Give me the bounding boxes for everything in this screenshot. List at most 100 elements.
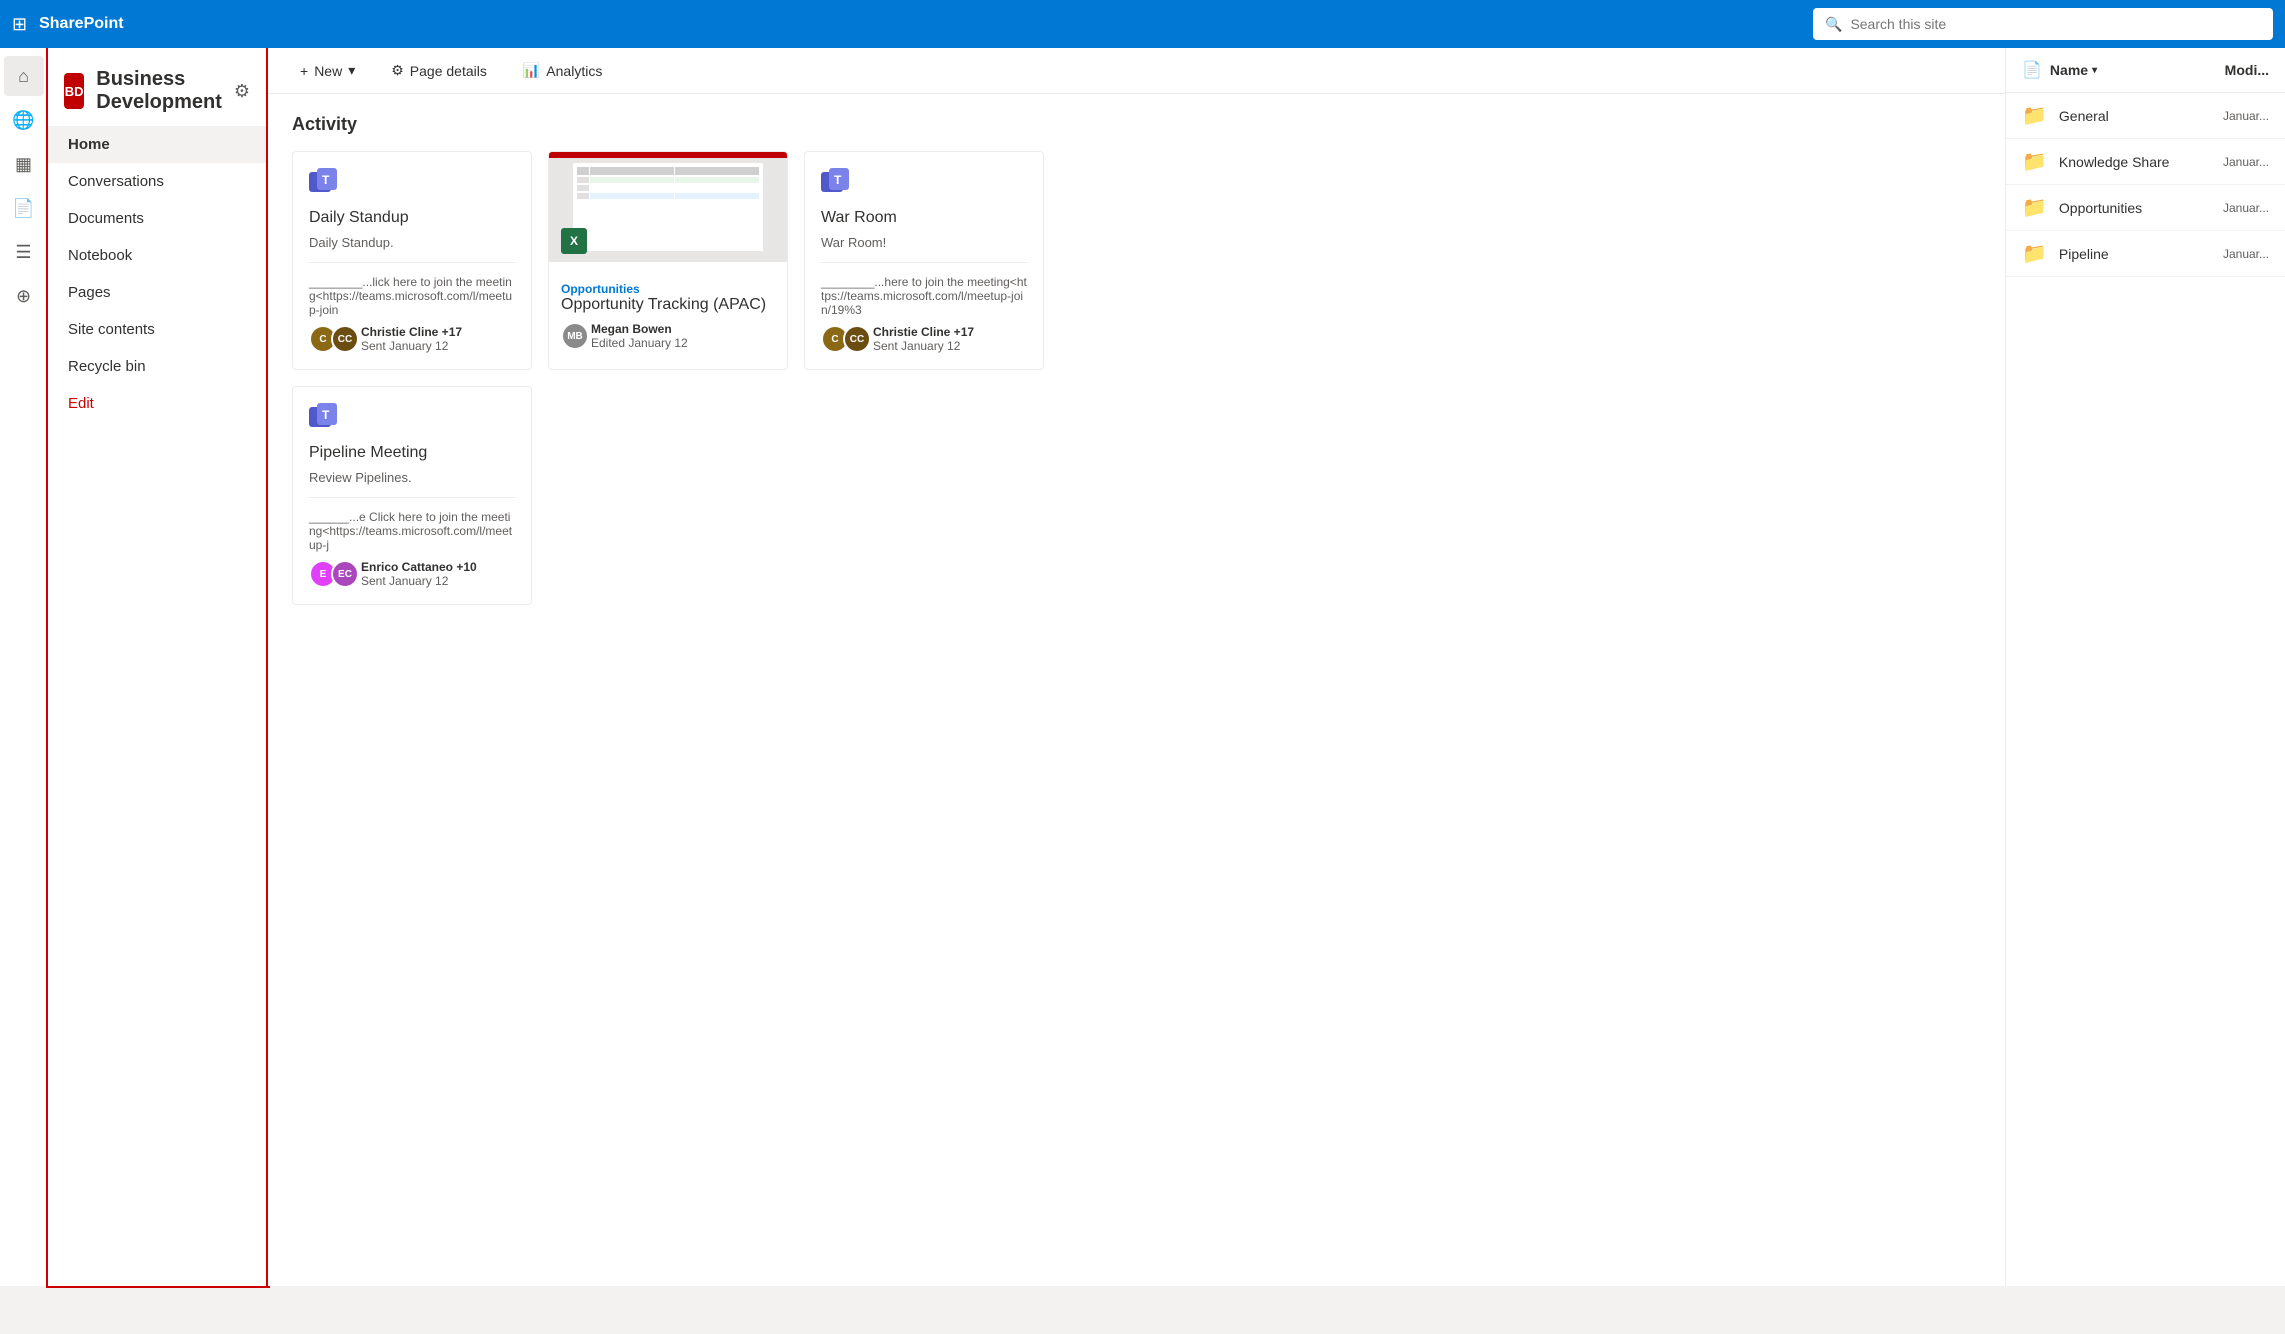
folder-name-general: General <box>2059 108 2211 124</box>
folder-icon-pipeline: 📁 <box>2022 241 2047 266</box>
main-layout: ⌂ 🌐 ▦ 📄 ☰ ⊕ BD Business Development ⚙ Ho… <box>0 48 2285 1286</box>
pipeline-meeting-link: ______...e Click here to join the meetin… <box>309 510 515 552</box>
pipeline-meeting-title: Pipeline Meeting <box>309 444 515 462</box>
rail-globe-icon[interactable]: 🌐 <box>4 100 44 140</box>
folder-date-knowledge: Januar... <box>2223 155 2269 169</box>
right-panel: 📄 Name ▾ Modi... 📁 General Januar... 📁 K… <box>2005 48 2285 1286</box>
rail-plus-icon[interactable]: ⊕ <box>4 276 44 316</box>
daily-standup-title: Daily Standup <box>309 209 515 227</box>
opportunities-meta: Megan Bowen Edited January 12 <box>591 322 688 350</box>
activity-cards-row2: T Pipeline Meeting Review Pipelines. ___… <box>292 386 1981 605</box>
sidebar-item-conversations[interactable]: Conversations <box>48 163 266 200</box>
rail-home-icon[interactable]: ⌂ <box>4 56 44 96</box>
daily-standup-meta: Christie Cline +17 Sent January 12 <box>361 325 462 353</box>
folder-name-pipeline: Pipeline <box>2059 246 2211 262</box>
analytics-label: Analytics <box>546 63 602 79</box>
icon-rail: ⌂ 🌐 ▦ 📄 ☰ ⊕ <box>0 48 48 1286</box>
avatar-cc: CC <box>331 325 359 353</box>
war-room-desc: War Room! <box>821 235 1027 250</box>
topbar: ⊞ SharePoint 🔍 <box>0 0 2285 48</box>
svg-text:T: T <box>322 408 330 422</box>
site-header: BD Business Development ⚙ <box>48 56 266 126</box>
rail-grid-icon[interactable]: ▦ <box>4 144 44 184</box>
war-room-link: ________...here to join the meeting<http… <box>821 275 1027 317</box>
daily-standup-footer: C CC Christie Cline +17 Sent January 12 <box>309 325 515 353</box>
rail-list-icon[interactable]: ☰ <box>4 232 44 272</box>
war-room-meta: Christie Cline +17 Sent January 12 <box>873 325 974 353</box>
war-room-footer: C CC Christie Cline +17 Sent January 12 <box>821 325 1027 353</box>
sidebar-item-notebook-label: Notebook <box>68 247 132 264</box>
sidebar-item-site-contents[interactable]: Site contents <box>48 311 266 348</box>
page-details-button[interactable]: ⚙ Page details <box>383 56 495 85</box>
sidebar-item-pages[interactable]: Pages <box>48 274 266 311</box>
excel-thumbnail: X <box>549 152 787 262</box>
opportunities-footer: MB Megan Bowen Edited January 12 <box>561 322 775 350</box>
folder-icon-knowledge: 📁 <box>2022 149 2047 174</box>
search-input[interactable] <box>1850 16 2261 32</box>
card-pipeline-meeting[interactable]: T Pipeline Meeting Review Pipelines. ___… <box>292 386 532 605</box>
war-room-title: War Room <box>821 209 1027 227</box>
sidebar-item-notebook[interactable]: Notebook <box>48 237 266 274</box>
daily-standup-avatars: C CC <box>309 325 353 353</box>
activity-section: Activity T Daily Standup Daily Standup. <box>268 94 2005 625</box>
analytics-button[interactable]: 📊 Analytics <box>515 56 610 85</box>
sidebar-item-pages-label: Pages <box>68 284 111 301</box>
avatar-ec: EC <box>331 560 359 588</box>
card-daily-standup[interactable]: T Daily Standup Daily Standup. ________.… <box>292 151 532 370</box>
sidebar-item-home-label: Home <box>68 136 110 153</box>
card-opportunities[interactable]: X Opportunities Opportunity Tracking (AP… <box>548 151 788 370</box>
new-button[interactable]: + New ▾ <box>292 56 363 85</box>
new-button-label: New <box>314 63 342 79</box>
sidebar-item-edit-label: Edit <box>68 395 94 412</box>
sidebar-item-home[interactable]: Home <box>48 126 266 163</box>
activity-title: Activity <box>292 114 1981 135</box>
chart-icon: 📊 <box>523 62 540 79</box>
right-panel-header: 📄 Name ▾ Modi... <box>2006 48 2285 93</box>
avatar-mb: MB <box>561 322 589 350</box>
folder-opportunities[interactable]: 📁 Opportunities Januar... <box>2006 185 2285 231</box>
folder-knowledge-share[interactable]: 📁 Knowledge Share Januar... <box>2006 139 2285 185</box>
folder-date-general: Januar... <box>2223 109 2269 123</box>
daily-standup-teams-icon: T <box>309 168 515 201</box>
sidebar-item-edit[interactable]: Edit <box>48 385 266 422</box>
site-nav: BD Business Development ⚙ Home Conversat… <box>48 48 268 1286</box>
file-icon: 📄 <box>2022 60 2042 80</box>
settings-icon: ⚙ <box>391 62 404 79</box>
folder-name-opportunities: Opportunities <box>2059 200 2211 216</box>
opportunities-title: Opportunity Tracking (APAC) <box>561 296 775 314</box>
app-logo: SharePoint <box>39 15 123 33</box>
sidebar-item-recycle-bin[interactable]: Recycle bin <box>48 348 266 385</box>
chevron-down-icon: ▾ <box>348 62 355 79</box>
sidebar-item-recycle-bin-label: Recycle bin <box>68 358 146 375</box>
page-details-label: Page details <box>410 63 487 79</box>
activity-cards-row1: T Daily Standup Daily Standup. ________.… <box>292 151 1981 370</box>
search-box[interactable]: 🔍 <box>1813 8 2273 40</box>
folder-general[interactable]: 📁 General Januar... <box>2006 93 2285 139</box>
rail-page-icon[interactable]: 📄 <box>4 188 44 228</box>
modified-column-header: Modi... <box>2225 62 2269 78</box>
main-content: + New ▾ ⚙ Page details 📊 Analytics Activ… <box>268 48 2005 1286</box>
pipeline-meeting-meta: Enrico Cattaneo +10 Sent January 12 <box>361 560 477 588</box>
toolbar: + New ▾ ⚙ Page details 📊 Analytics <box>268 48 2005 94</box>
name-column-header[interactable]: Name ▾ <box>2050 62 2097 78</box>
sidebar-item-documents[interactable]: Documents <box>48 200 266 237</box>
sort-icon: ▾ <box>2092 65 2097 76</box>
folder-pipeline[interactable]: 📁 Pipeline Januar... <box>2006 231 2285 277</box>
pipeline-meeting-footer: E EC Enrico Cattaneo +10 Sent January 12 <box>309 560 515 588</box>
svg-text:T: T <box>834 173 842 187</box>
teams-connect-icon[interactable]: ⚙ <box>234 81 250 102</box>
sidebar-item-documents-label: Documents <box>68 210 144 227</box>
site-title: Business Development <box>96 68 222 114</box>
excel-icon: X <box>561 228 587 254</box>
daily-standup-desc: Daily Standup. <box>309 235 515 250</box>
folder-date-opportunities: Januar... <box>2223 201 2269 215</box>
opportunities-avatars: MB <box>561 322 583 350</box>
opportunities-tag: Opportunities <box>561 282 775 296</box>
grid-icon[interactable]: ⊞ <box>12 14 27 35</box>
opportunities-content: Opportunities Opportunity Tracking (APAC… <box>549 270 787 362</box>
folder-icon-opportunities: 📁 <box>2022 195 2047 220</box>
folder-icon-general: 📁 <box>2022 103 2047 128</box>
plus-icon: + <box>300 63 308 79</box>
war-room-teams-icon: T <box>821 168 1027 201</box>
card-war-room[interactable]: T War Room War Room! ________...here to … <box>804 151 1044 370</box>
